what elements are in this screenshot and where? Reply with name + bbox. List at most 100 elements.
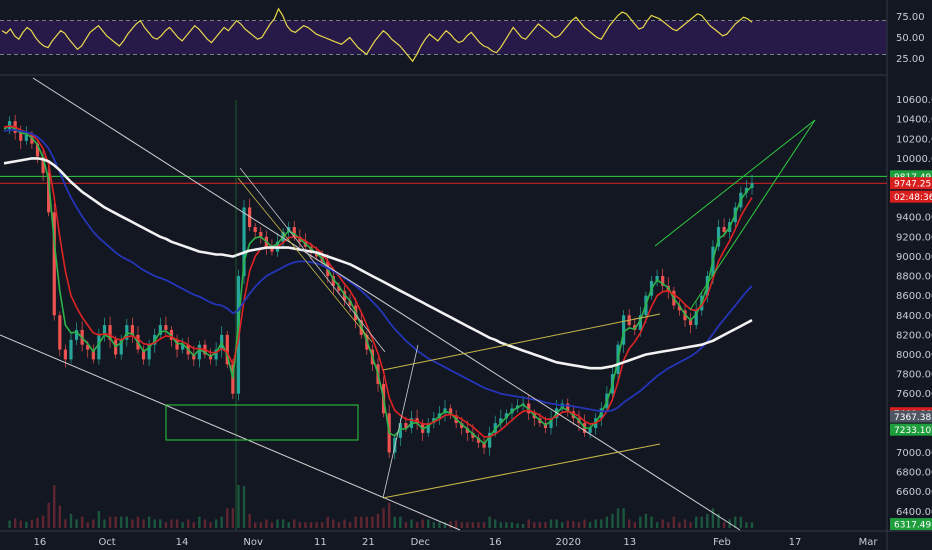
candle-body	[722, 227, 726, 232]
candle-body	[197, 344, 201, 360]
x-tick-label: 14	[176, 537, 189, 548]
rsi-tick-label: 75.00	[896, 12, 925, 23]
volume-bar	[605, 516, 609, 528]
volume-bar	[566, 520, 569, 528]
candle-body	[69, 339, 73, 360]
volume-bar	[588, 522, 592, 528]
volume-bar	[633, 522, 636, 528]
volume-bar	[326, 516, 329, 528]
candle-body	[24, 134, 28, 141]
chart-background	[0, 0, 932, 550]
volume-bar	[499, 522, 503, 528]
volume-bar	[348, 522, 352, 528]
volume-bar	[616, 508, 620, 528]
volume-bar	[304, 522, 307, 528]
volume-bar	[214, 519, 218, 528]
volume-bar	[315, 522, 318, 528]
price-tick-label: 8200.00	[896, 330, 932, 341]
price-tag-label: 9747.25	[894, 180, 931, 190]
volume-bar	[75, 519, 78, 528]
price-tick-label: 8800.00	[896, 272, 932, 283]
rsi-tick-label: 25.00	[896, 54, 925, 65]
volume-bar	[410, 519, 413, 528]
price-tick-label: 8600.00	[896, 291, 932, 302]
volume-bar	[667, 522, 670, 528]
price-tick-label: 7000.00	[896, 448, 932, 459]
x-tick-label: 17	[789, 537, 802, 548]
volume-bar	[399, 516, 402, 528]
volume-bar	[203, 519, 207, 528]
volume-bar	[700, 516, 703, 528]
volume-bar	[449, 521, 452, 528]
volume-bar	[170, 519, 173, 528]
volume-bar	[538, 522, 542, 528]
volume-bar	[337, 522, 341, 528]
volume-bar	[505, 522, 508, 528]
volume-bar	[253, 522, 257, 528]
volume-bar	[265, 519, 268, 528]
price-tick-label: 7800.00	[896, 370, 932, 381]
volume-bar	[198, 516, 201, 528]
price-tag-label: 7233.10	[894, 426, 931, 436]
candle-body	[63, 349, 68, 360]
volume-bar	[114, 516, 117, 528]
x-tick-label: Dec	[411, 537, 430, 548]
x-tick-label: 13	[623, 537, 636, 548]
volume-bar	[527, 519, 530, 528]
volume-bar	[482, 522, 486, 528]
volume-bar	[220, 516, 223, 528]
volume-bar	[309, 522, 313, 528]
volume-bar	[421, 519, 424, 528]
volume-bar	[293, 519, 296, 528]
price-tick-label: 10000.00	[896, 154, 932, 165]
volume-bar	[650, 516, 653, 528]
volume-bar	[53, 485, 56, 528]
volume-bar	[655, 522, 659, 528]
volume-bar	[494, 519, 497, 528]
volume-bar	[471, 522, 475, 528]
volume-bar	[281, 519, 285, 528]
volume-bar	[231, 508, 235, 528]
volume-bar	[644, 513, 648, 528]
volume-bar	[226, 508, 229, 528]
volume-bar	[25, 521, 28, 528]
volume-bar	[611, 513, 614, 528]
price-tick-label: 9400.00	[896, 213, 932, 224]
x-tick-label: 2020	[556, 537, 581, 548]
volume-bar	[689, 522, 692, 528]
volume-bar	[136, 516, 140, 528]
chart-svg: 75.00 50.00 25.00 10600.00 10400.00 10200.00…	[0, 0, 932, 550]
volume-bar	[672, 516, 676, 528]
volume-bar	[159, 519, 162, 528]
volume-bar	[555, 519, 558, 528]
price-tick-label: 10200.00	[896, 134, 932, 145]
volume-bar	[622, 508, 625, 528]
volume-bar	[103, 519, 106, 528]
price-tag-label: 6317.49	[894, 521, 931, 531]
volume-bar	[521, 523, 525, 528]
x-tick-label: Oct	[98, 537, 115, 548]
volume-bar	[19, 520, 22, 528]
volume-bar	[108, 516, 112, 528]
volume-bar	[533, 522, 536, 528]
volume-bar	[237, 485, 240, 528]
volume-bar	[661, 519, 664, 528]
volume-bar	[694, 516, 698, 528]
volume-bar	[147, 516, 151, 528]
volume-bar	[711, 508, 715, 528]
price-tick-label: 8000.00	[896, 350, 932, 361]
volume-bar	[153, 519, 156, 528]
volume-bar	[639, 516, 642, 528]
rsi-tick-label: 50.00	[896, 33, 925, 44]
x-tick-label: Feb	[713, 537, 731, 548]
volume-bar	[750, 522, 754, 528]
price-tick-label: 6800.00	[896, 468, 932, 479]
volume-bar	[683, 519, 687, 528]
volume-bar	[561, 522, 564, 528]
volume-bar	[477, 522, 480, 528]
volume-bar	[594, 519, 597, 528]
volume-bar	[627, 519, 631, 528]
x-tick-label: 16	[489, 537, 502, 548]
candle-body	[7, 121, 12, 130]
volume-bar	[120, 516, 123, 528]
